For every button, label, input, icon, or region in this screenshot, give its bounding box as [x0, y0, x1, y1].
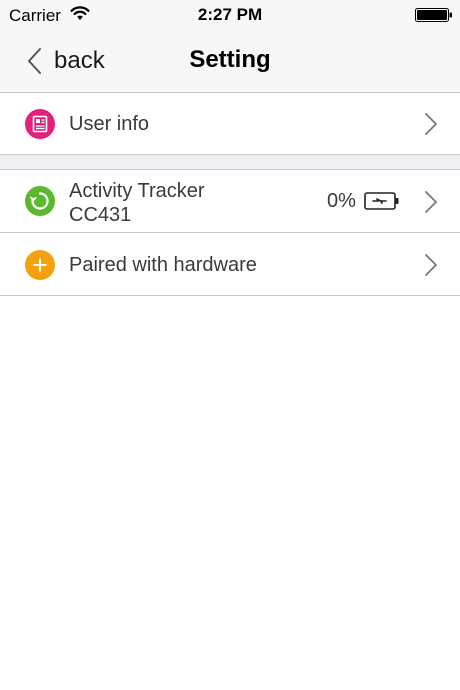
section-divider — [0, 155, 460, 170]
user-info-label: User info — [69, 113, 150, 135]
paired-hardware-label: Paired with hardware — [69, 254, 257, 276]
battery-charging-icon — [364, 192, 399, 210]
device-row[interactable]: Activity Tracker CC431 0% — [0, 170, 460, 233]
device-id: CC431 — [69, 204, 132, 226]
chevron-right-icon — [425, 191, 437, 213]
user-info-row[interactable]: User info — [0, 93, 460, 155]
sync-circle-icon — [25, 186, 55, 216]
plus-circle-icon — [25, 250, 55, 280]
chevron-right-icon — [425, 113, 437, 135]
profile-card-icon — [25, 109, 55, 139]
device-battery-percent: 0% — [327, 190, 356, 212]
status-bar: Carrier 2:27 PM — [0, 0, 460, 30]
page-title: Setting — [189, 46, 271, 73]
navigation-bar: back Setting — [0, 30, 460, 93]
battery-full-icon — [415, 8, 452, 22]
device-name: Activity Tracker — [69, 180, 205, 202]
clock-time: 2:27 PM — [197, 5, 263, 24]
chevron-right-icon — [425, 254, 437, 276]
paired-hardware-row[interactable]: Paired with hardware — [0, 233, 460, 296]
